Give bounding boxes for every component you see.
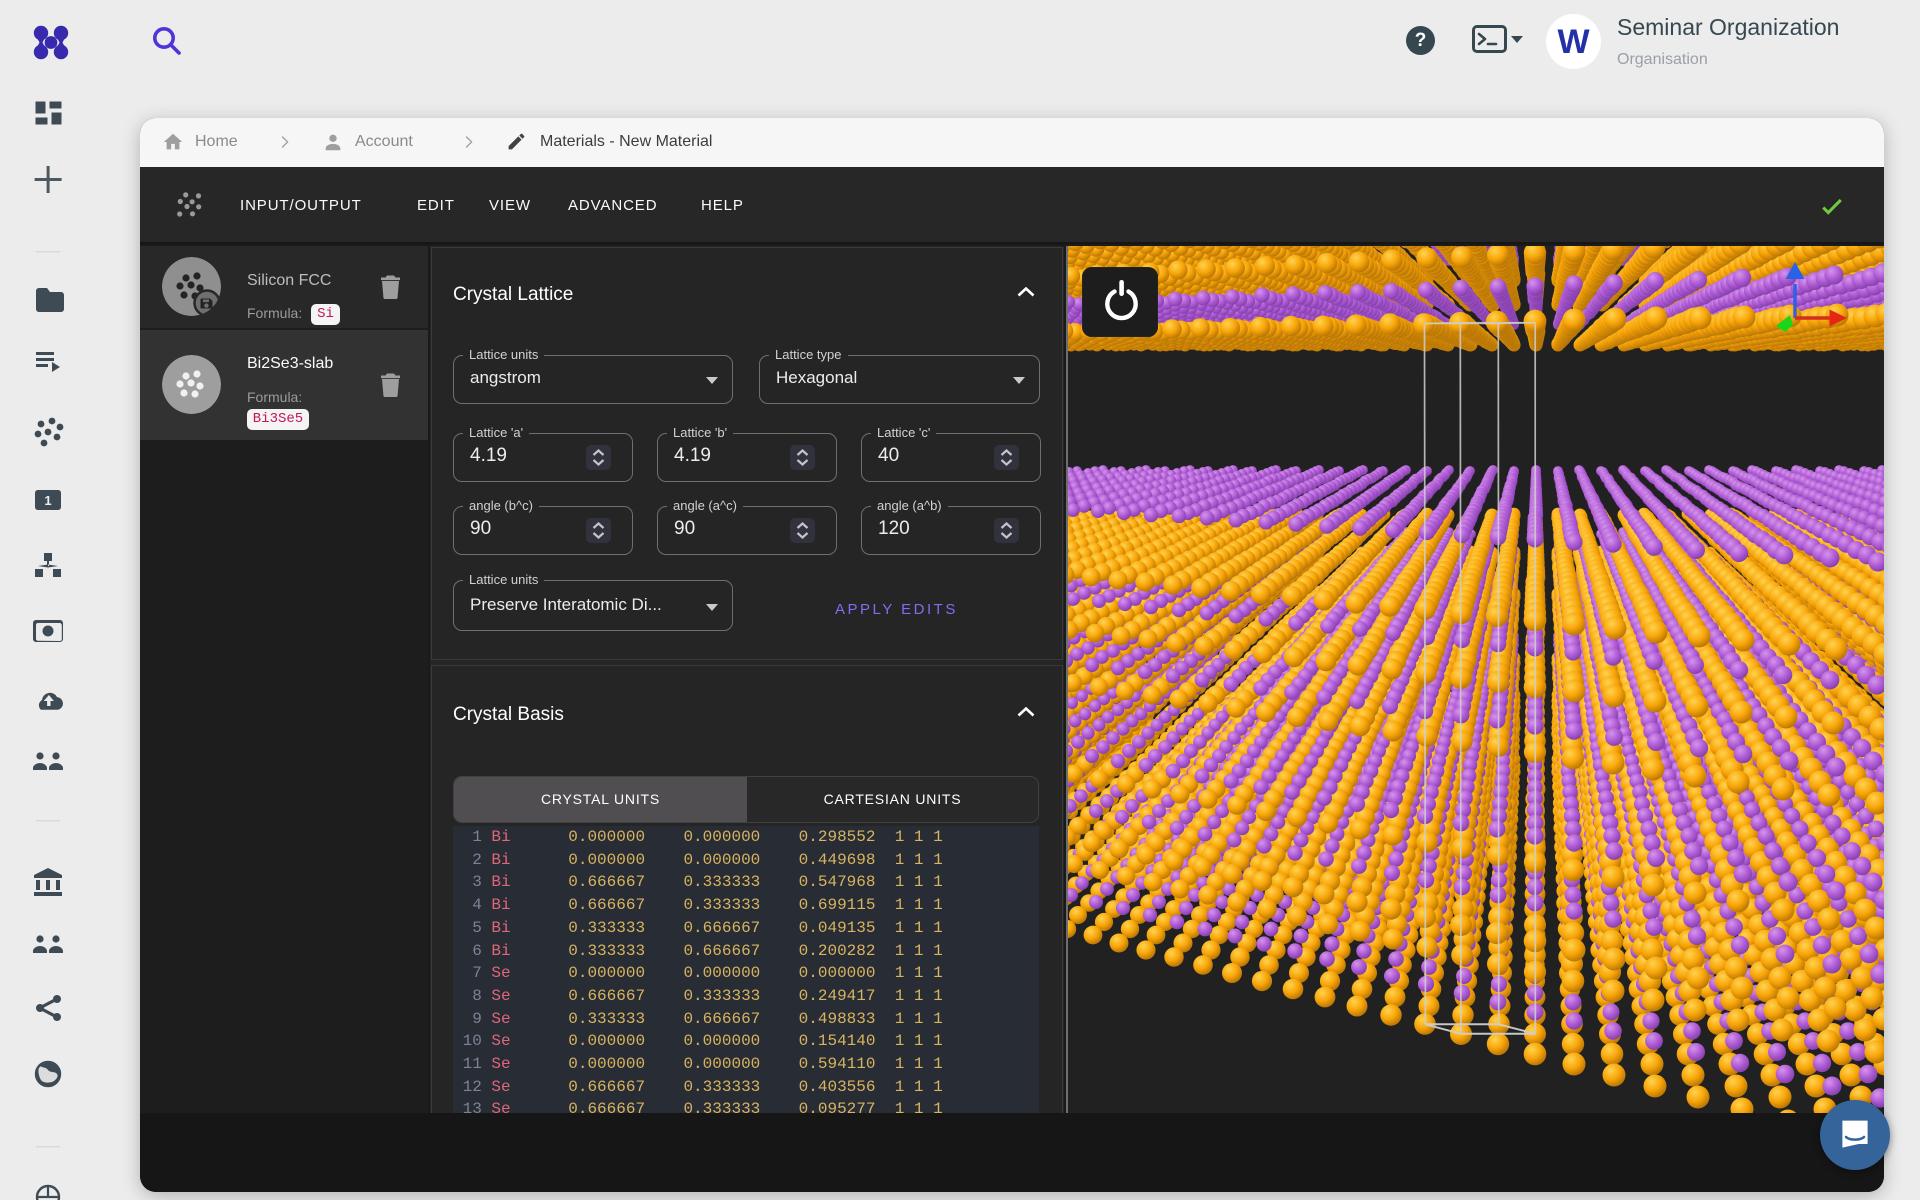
svg-text:1: 1 — [44, 493, 51, 508]
